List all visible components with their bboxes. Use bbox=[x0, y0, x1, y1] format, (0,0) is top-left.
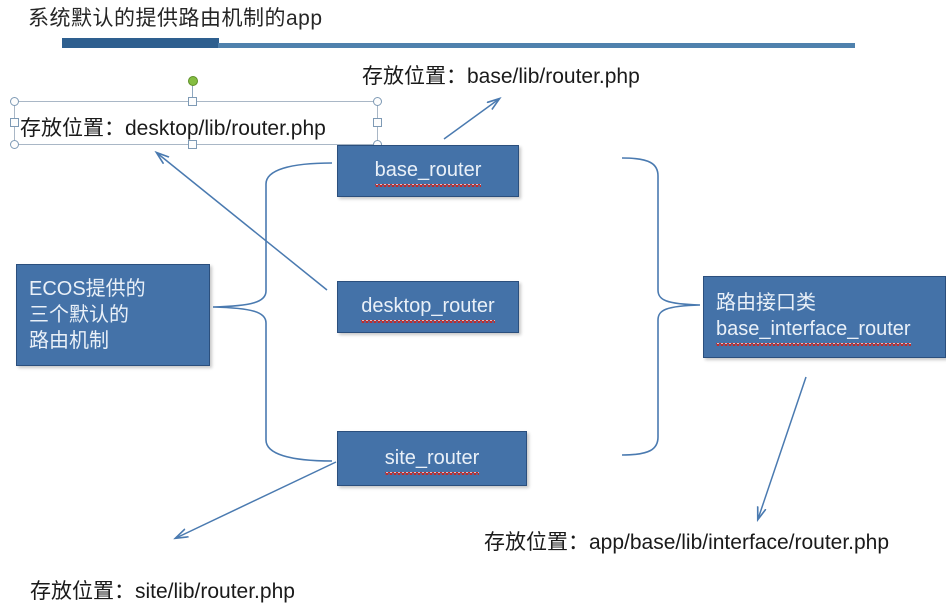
resize-handle-top-center[interactable] bbox=[188, 97, 197, 106]
resize-handle-middle-right[interactable] bbox=[373, 118, 382, 127]
label-site-path: 存放位置：site/lib/router.php bbox=[30, 580, 295, 603]
right-brace bbox=[621, 157, 701, 456]
title-underline-thin bbox=[218, 43, 855, 48]
box-site-router[interactable]: site_router bbox=[337, 431, 527, 486]
box-interface-line1: 路由接口类 bbox=[716, 292, 816, 314]
resize-handle-top-right[interactable] bbox=[373, 97, 382, 106]
resize-handle-bottom-center[interactable] bbox=[188, 140, 197, 149]
box-base-router-label: base_router bbox=[374, 157, 482, 187]
box-desktop-router[interactable]: desktop_router bbox=[337, 281, 519, 333]
box-ecos-line2: 三个默认的 bbox=[29, 304, 129, 326]
arrow-to-interface-path bbox=[758, 376, 807, 519]
resize-handle-bottom-left[interactable] bbox=[10, 140, 19, 149]
label-base-path: 存放位置：base/lib/router.php bbox=[362, 65, 640, 88]
box-site-router-label: site_router bbox=[384, 445, 480, 475]
box-ecos-routers[interactable]: ECOS提供的 三个默认的 路由机制 bbox=[16, 264, 210, 366]
box-interface-line2: base_interface_router bbox=[716, 316, 945, 346]
rotation-handle[interactable] bbox=[188, 76, 198, 86]
label-interface-path: 存放位置：app/base/lib/interface/router.php bbox=[484, 531, 890, 554]
box-ecos-line3: 路由机制 bbox=[29, 330, 109, 352]
box-base-router[interactable]: base_router bbox=[337, 145, 519, 197]
arrow-to-site-path bbox=[176, 461, 337, 538]
resize-handle-top-left[interactable] bbox=[10, 97, 19, 106]
box-desktop-router-label: desktop_router bbox=[361, 293, 496, 323]
box-ecos-line1: ECOS提供的 bbox=[29, 278, 146, 300]
left-brace bbox=[212, 162, 333, 462]
label-desktop-path: 存放位置：desktop/lib/router.php bbox=[20, 117, 326, 140]
arrow-to-base-path bbox=[443, 99, 499, 140]
box-interface-router[interactable]: 路由接口类 base_interface_router bbox=[703, 276, 946, 358]
title-underline-thick bbox=[62, 38, 219, 48]
page-title: 系统默认的提供路由机制的app bbox=[28, 7, 323, 30]
resize-handle-middle-left[interactable] bbox=[10, 118, 19, 127]
slide-canvas: 系统默认的提供路由机制的app 存放位置：base/lib/router.php… bbox=[0, 0, 946, 608]
